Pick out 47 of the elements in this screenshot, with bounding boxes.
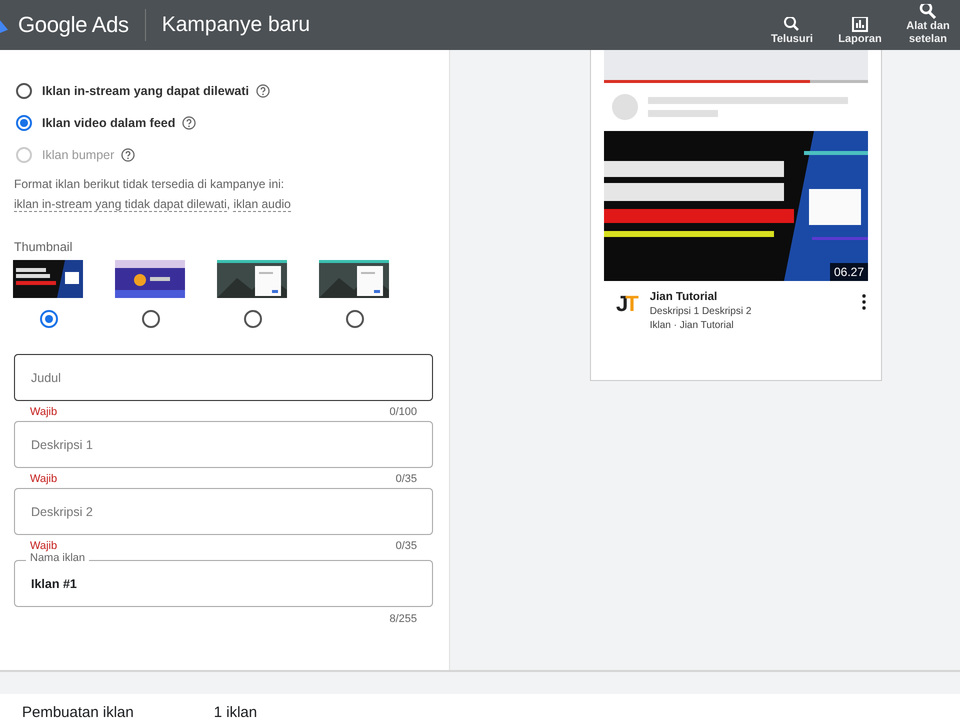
term-link[interactable]: iklan in-stream yang tidak dapat dilewati: [14, 197, 227, 212]
radio-button[interactable]: [16, 115, 32, 131]
radio-button[interactable]: [244, 310, 262, 328]
duration-badge: 06.27: [830, 263, 868, 281]
notice-text: Format iklan berikut tidak tersedia di kampanye ini: iklan in-stream yang tidak dapat dilewati, iklan audio: [14, 176, 292, 214]
chart-icon: [851, 17, 869, 33]
char-counter: 8/255: [389, 613, 417, 627]
avatar-placeholder: [612, 94, 638, 120]
input-field[interactable]: Judul: [14, 354, 433, 401]
ad-meta: Iklan · Jian Tutorial: [650, 320, 735, 331]
summary-value: 1 iklan: [214, 704, 258, 720]
summary-label: Pembuatan iklan: [22, 704, 134, 720]
input-field[interactable]: Deskripsi 1: [14, 421, 433, 468]
page-title: Kampanye baru: [162, 13, 310, 37]
radio-option[interactable]: Iklan in-stream yang dapat dilewati: [14, 80, 433, 102]
char-counter: 0/35: [396, 540, 417, 554]
input-field[interactable]: Iklan #1: [14, 560, 433, 607]
required-hint: Wajib: [30, 473, 58, 487]
channel-logo: JT: [616, 291, 636, 317]
more-icon[interactable]: [862, 294, 866, 310]
ad-description: Deskripsi 1 Deskripsi 2: [650, 306, 752, 317]
required-hint: Wajib: [30, 540, 58, 553]
toolbar-button[interactable]: Alat dan setelan: [896, 0, 960, 50]
section-label: Thumbnail: [14, 240, 74, 254]
field-label: Nama iklan: [26, 552, 90, 564]
help-icon[interactable]: [256, 84, 270, 98]
option-label: Iklan bumper: [42, 148, 114, 162]
help-icon[interactable]: [121, 148, 136, 162]
term-link[interactable]: iklan audio: [233, 197, 291, 212]
channel-name: Jian Tutorial: [650, 291, 718, 303]
search-icon: [783, 17, 801, 33]
toolbar-button[interactable]: Telusuri: [760, 0, 824, 50]
radio-option[interactable]: Iklan video dalam feed: [14, 112, 433, 134]
radio-button[interactable]: [346, 310, 364, 328]
char-counter: 0/100: [389, 406, 417, 420]
toolbar-button[interactable]: Laporan: [828, 0, 892, 50]
required-hint: Wajib: [30, 406, 58, 420]
radio-button[interactable]: [16, 83, 32, 99]
input-field[interactable]: Deskripsi 2: [14, 488, 433, 535]
option-label: Iklan video dalam feed: [42, 116, 176, 130]
help-icon[interactable]: [182, 116, 196, 130]
text-placeholder: [648, 110, 718, 117]
option-label: Iklan in-stream yang dapat dilewati: [42, 84, 250, 98]
product-name: Google Ads: [18, 12, 129, 38]
radio-button[interactable]: [142, 310, 160, 328]
radio-button[interactable]: [40, 310, 58, 328]
char-counter: 0/35: [396, 473, 417, 487]
